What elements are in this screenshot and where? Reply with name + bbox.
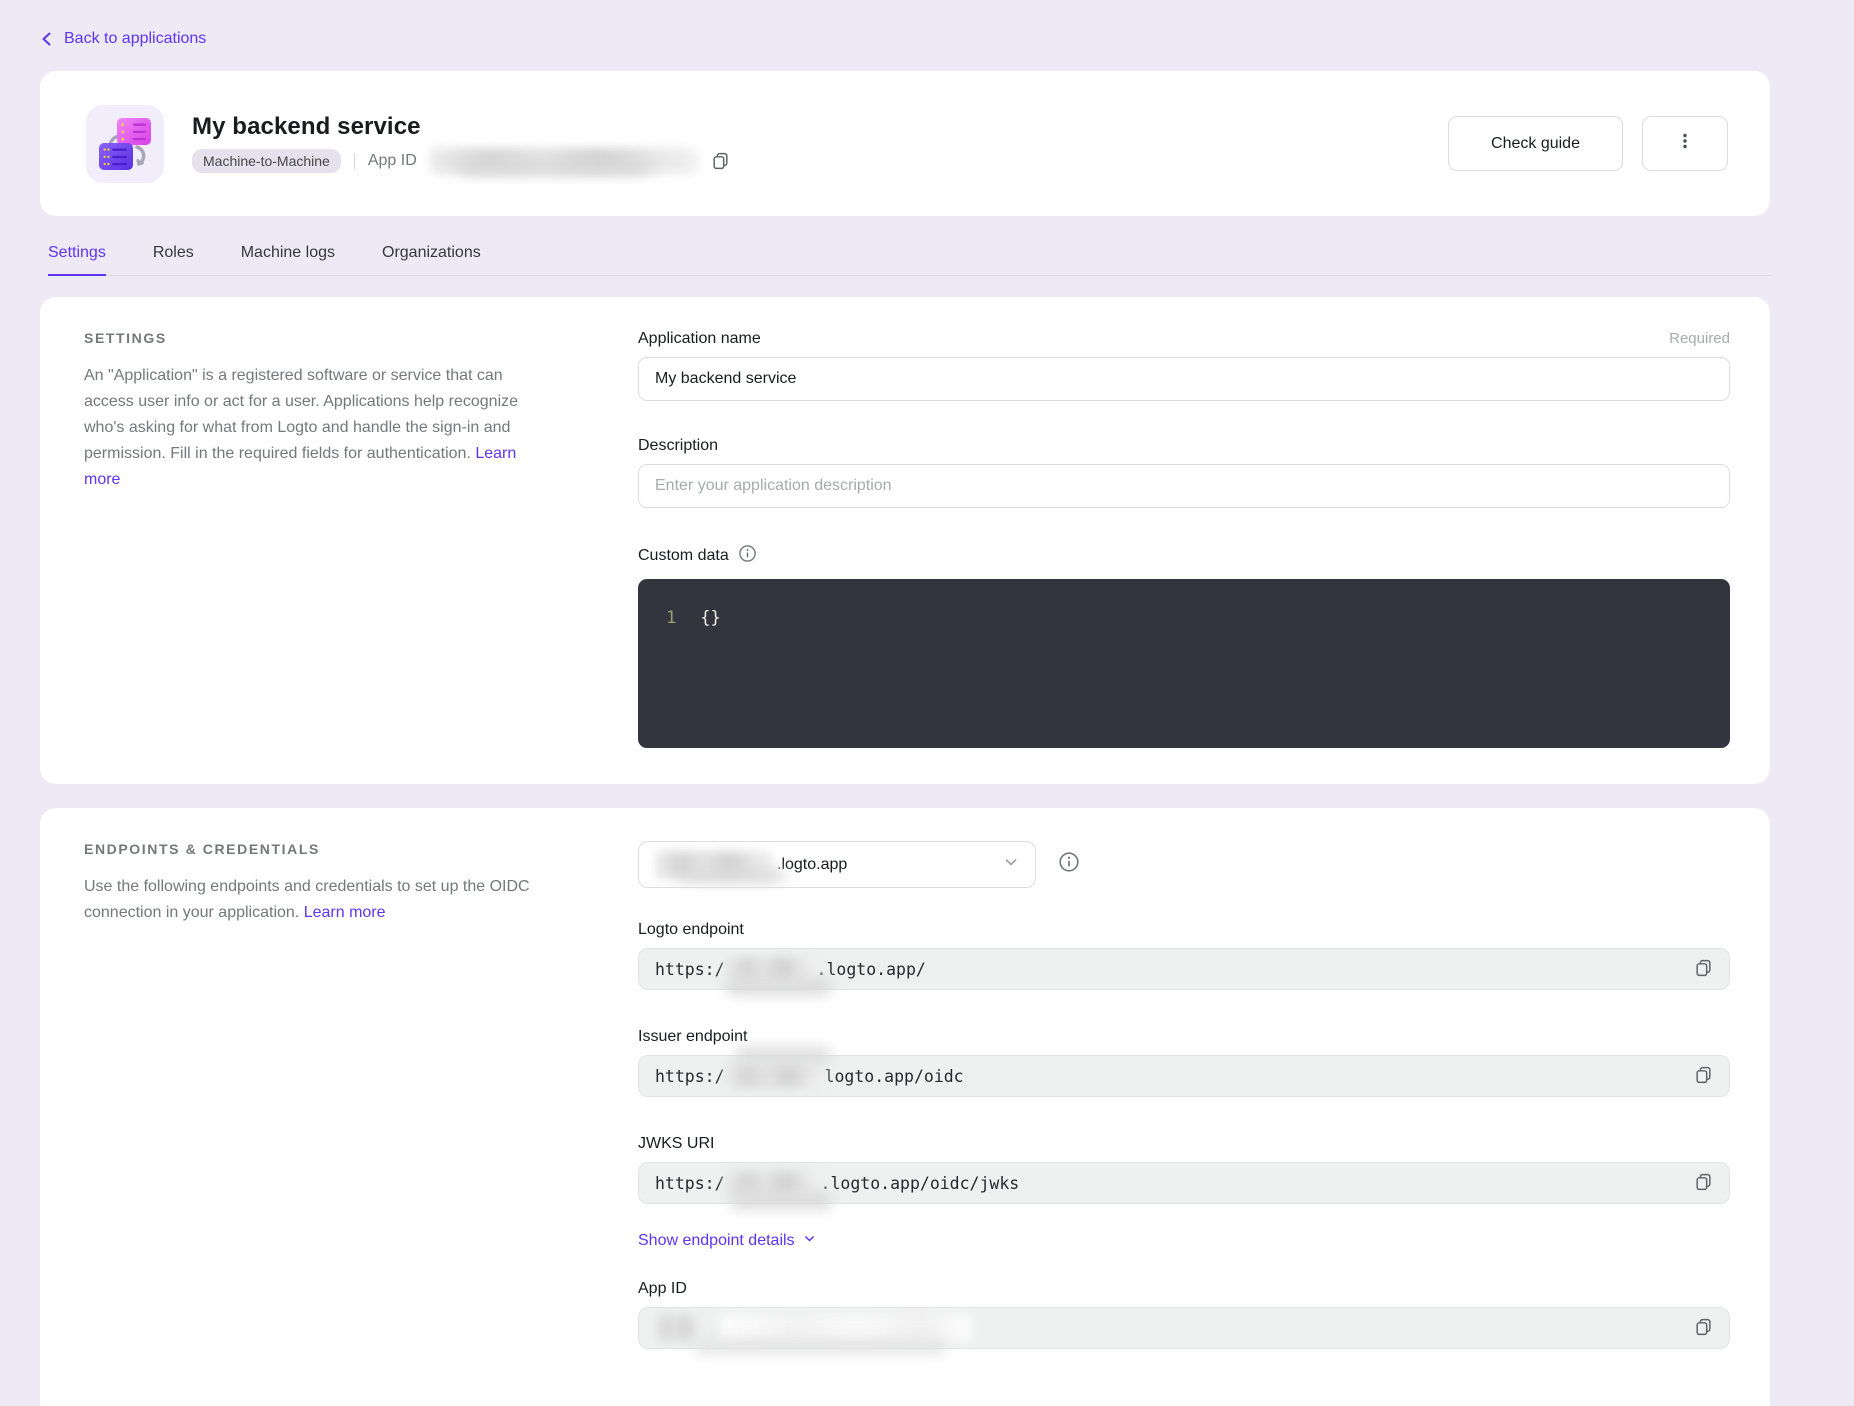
copy-icon	[711, 151, 730, 173]
copy-icon	[1694, 1317, 1713, 1339]
custom-data-field-group: Custom data 1 {}	[638, 544, 1730, 748]
redacted-segment	[725, 1064, 825, 1088]
domain-select[interactable]: .logto.app	[638, 841, 1036, 888]
issuer-endpoint-label: Issuer endpoint	[638, 1028, 747, 1046]
issuer-endpoint-field-group: Issuer endpoint https:/logto.app/oidc	[638, 1028, 1730, 1097]
back-row: Back to applications	[40, 30, 1770, 48]
description-field-group: Description	[638, 437, 1730, 508]
copy-logto-endpoint-button[interactable]	[1692, 956, 1715, 982]
header-actions: Check guide	[1448, 116, 1728, 171]
redacted-segment	[655, 1315, 703, 1341]
copy-icon	[1694, 1172, 1713, 1194]
settings-section-description: An "Application" is a registered softwar…	[84, 363, 554, 493]
app-id-field-group: App ID	[638, 1280, 1730, 1349]
custom-data-label: Custom data	[638, 547, 729, 565]
show-endpoint-details-link[interactable]: Show endpoint details	[638, 1232, 816, 1250]
editor-code-content: {}	[700, 608, 720, 628]
back-link-label: Back to applications	[64, 30, 206, 48]
tab-organizations[interactable]: Organizations	[382, 244, 481, 276]
logto-endpoint-field-group: Logto endpoint https:/.logto.app/	[638, 921, 1730, 990]
app-header-info: My backend service Machine-to-Machine Ap…	[192, 113, 730, 174]
application-name-input[interactable]	[638, 357, 1730, 401]
kebab-menu-icon	[1676, 132, 1694, 155]
tab-settings[interactable]: Settings	[48, 244, 106, 276]
application-name-field-group: Application name Required	[638, 330, 1730, 401]
redacted-segment	[721, 1314, 971, 1342]
page-title: My backend service	[192, 113, 730, 141]
info-icon[interactable]	[738, 544, 757, 568]
editor-line-number: 1	[666, 608, 676, 628]
more-actions-button[interactable]	[1642, 116, 1728, 171]
logto-endpoint-label: Logto endpoint	[638, 921, 744, 939]
app-id-field-value	[638, 1307, 1730, 1349]
tab-machine-logs[interactable]: Machine logs	[241, 244, 335, 276]
description-input[interactable]	[638, 464, 1730, 508]
redacted-segment	[725, 1171, 821, 1195]
settings-card: SETTINGS An "Application" is a registere…	[40, 297, 1770, 784]
app-type-badge: Machine-to-Machine	[192, 149, 341, 173]
settings-form-column: Application name Required Description Cu…	[638, 330, 1730, 748]
required-hint: Required	[1669, 330, 1730, 347]
chevron-down-icon	[803, 1232, 816, 1250]
endpoints-credentials-card: ENDPOINTS & CREDENTIALS Use the followin…	[40, 808, 1770, 1406]
chevron-left-icon	[40, 31, 54, 47]
domain-select-value: .logto.app	[777, 856, 847, 874]
settings-description-column: SETTINGS An "Application" is a registere…	[84, 330, 554, 748]
copy-icon	[1694, 1065, 1713, 1087]
copy-jwks-uri-button[interactable]	[1692, 1170, 1715, 1196]
jwks-uri-label: JWKS URI	[638, 1135, 714, 1153]
application-name-label: Application name	[638, 330, 761, 348]
endpoints-section-description: Use the following endpoints and credenti…	[84, 874, 554, 926]
redacted-segment	[725, 957, 817, 981]
app-id-value-redacted	[430, 148, 730, 174]
chevron-down-icon	[1003, 854, 1019, 875]
domain-row: .logto.app	[638, 841, 1730, 888]
endpoints-form-column: .logto.app Logto endpoint	[638, 841, 1730, 1406]
custom-data-code-editor[interactable]: 1 {}	[638, 579, 1730, 748]
logto-endpoint-value: https:/.logto.app/	[638, 948, 1730, 990]
copy-icon	[1694, 958, 1713, 980]
application-details-page: Back to applications	[0, 0, 1854, 1406]
settings-section-heading: SETTINGS	[84, 330, 554, 346]
app-meta-row: Machine-to-Machine App ID	[192, 148, 730, 174]
description-label: Description	[638, 437, 718, 455]
check-guide-button[interactable]: Check guide	[1448, 116, 1623, 171]
meta-divider	[354, 153, 355, 169]
tab-roles[interactable]: Roles	[153, 244, 194, 276]
back-to-applications-link[interactable]: Back to applications	[40, 30, 206, 48]
jwks-uri-field-group: JWKS URI https:/.logto.app/oidc/jwks	[638, 1135, 1730, 1204]
endpoints-description-column: ENDPOINTS & CREDENTIALS Use the followin…	[84, 841, 554, 1406]
endpoints-section-heading: ENDPOINTS & CREDENTIALS	[84, 841, 554, 857]
issuer-endpoint-value: https:/logto.app/oidc	[638, 1055, 1730, 1097]
app-id-field-label: App ID	[638, 1280, 687, 1298]
copy-app-id-button[interactable]	[709, 149, 732, 175]
endpoints-learn-more-link[interactable]: Learn more	[304, 904, 386, 921]
domain-info-icon[interactable]	[1058, 851, 1080, 878]
app-header-card: My backend service Machine-to-Machine Ap…	[40, 71, 1770, 216]
copy-issuer-endpoint-button[interactable]	[1692, 1063, 1715, 1089]
jwks-uri-value: https:/.logto.app/oidc/jwks	[638, 1162, 1730, 1204]
machine-to-machine-app-icon	[86, 105, 164, 183]
copy-app-id-field-button[interactable]	[1692, 1315, 1715, 1341]
tab-bar: Settings Roles Machine logs Organization…	[48, 244, 1770, 276]
app-id-label: App ID	[368, 152, 417, 170]
